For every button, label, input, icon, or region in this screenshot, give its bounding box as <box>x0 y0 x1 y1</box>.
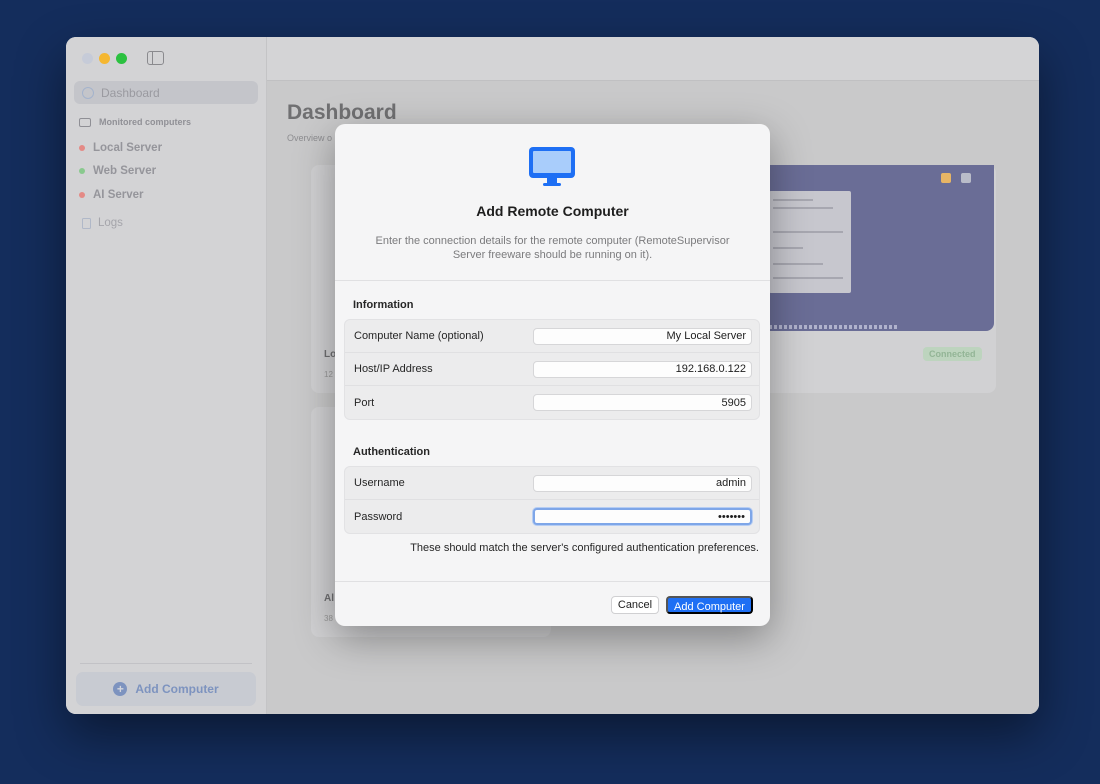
plus-circle-icon: + <box>113 682 128 696</box>
cancel-button[interactable]: Cancel <box>611 596 659 614</box>
form-row: Port <box>345 386 759 419</box>
document-icon <box>82 217 91 229</box>
card-subtitle: 12 <box>324 370 333 379</box>
sidebar-item-web-server[interactable]: Web Server <box>79 160 162 184</box>
monitor-icon <box>79 117 91 127</box>
sidebar-section-header: Monitored computers <box>79 117 191 127</box>
dialog-footer-divider <box>335 581 770 582</box>
information-section-title: Information <box>353 299 414 311</box>
section-header-label: Monitored computers <box>99 117 192 127</box>
auth-hint-text: These should match the server's configur… <box>410 542 759 554</box>
minimize-window-button[interactable] <box>99 53 110 64</box>
page-subtitle: Overview o <box>287 133 333 143</box>
host-label: Host/IP Address <box>354 363 433 375</box>
status-dot-icon <box>79 191 85 198</box>
sidebar-toggle-icon[interactable] <box>147 51 164 65</box>
folder-icon <box>941 173 951 183</box>
window-controls <box>82 53 127 64</box>
form-row: Username <box>345 467 759 500</box>
card-subtitle: 38 <box>324 614 333 623</box>
drive-icon <box>961 173 971 183</box>
page-title: Dashboard <box>287 101 397 124</box>
zoom-window-button[interactable] <box>116 53 127 64</box>
add-computer-confirm-button[interactable]: Add Computer <box>666 596 753 614</box>
status-dot-icon <box>79 144 85 151</box>
authentication-group: Username Password <box>344 466 760 534</box>
form-row: Host/IP Address <box>345 353 759 386</box>
remote-screen-preview <box>769 165 994 331</box>
port-input[interactable] <box>533 394 752 411</box>
information-group: Computer Name (optional) Host/IP Address… <box>344 319 760 420</box>
dialog-divider <box>335 280 770 281</box>
close-window-button[interactable] <box>82 53 93 64</box>
sidebar-item-logs[interactable]: Logs <box>82 217 123 229</box>
sidebar-item-local-server[interactable]: Local Server <box>79 136 162 160</box>
preview-dock <box>769 325 899 329</box>
toolbar <box>267 37 1039 81</box>
preview-window <box>769 191 851 293</box>
password-input[interactable] <box>533 508 752 525</box>
username-input[interactable] <box>533 474 752 492</box>
card-title: Al <box>324 593 334 604</box>
sidebar-item-label: Logs <box>98 217 123 229</box>
status-badge: Connected <box>923 347 982 361</box>
authentication-section-title: Authentication <box>353 446 430 458</box>
sidebar: Dashboard Monitored computers Local Serv… <box>66 37 267 714</box>
password-label: Password <box>354 510 403 523</box>
form-row: Password <box>345 500 759 533</box>
add-computer-label: Add Computer <box>135 682 219 696</box>
status-dot-icon <box>79 168 85 175</box>
monitor-icon <box>529 147 575 186</box>
sidebar-divider <box>80 663 252 664</box>
server-list: Local Server Web Server AI Server <box>79 136 162 207</box>
server-name: AI Server <box>93 188 144 201</box>
add-computer-button[interactable]: + Add Computer <box>76 672 256 706</box>
port-label: Port <box>354 396 375 409</box>
host-input[interactable] <box>533 360 752 378</box>
sidebar-item-label: Dashboard <box>101 85 160 100</box>
server-name: Local Server <box>93 141 163 154</box>
sidebar-item-ai-server[interactable]: AI Server <box>79 183 162 207</box>
username-label: Username <box>354 477 405 489</box>
computer-name-label: Computer Name (optional) <box>354 330 484 342</box>
add-remote-computer-dialog: Add Remote Computer Enter the connection… <box>335 124 770 626</box>
server-name: Web Server <box>93 165 157 178</box>
computer-name-input[interactable] <box>533 327 752 345</box>
dialog-description: Enter the connection details for the rem… <box>375 235 730 261</box>
sidebar-item-dashboard[interactable]: Dashboard <box>74 81 258 104</box>
gauge-icon <box>82 86 94 99</box>
dialog-title: Add Remote Computer <box>476 203 629 219</box>
form-row: Computer Name (optional) <box>345 320 759 353</box>
